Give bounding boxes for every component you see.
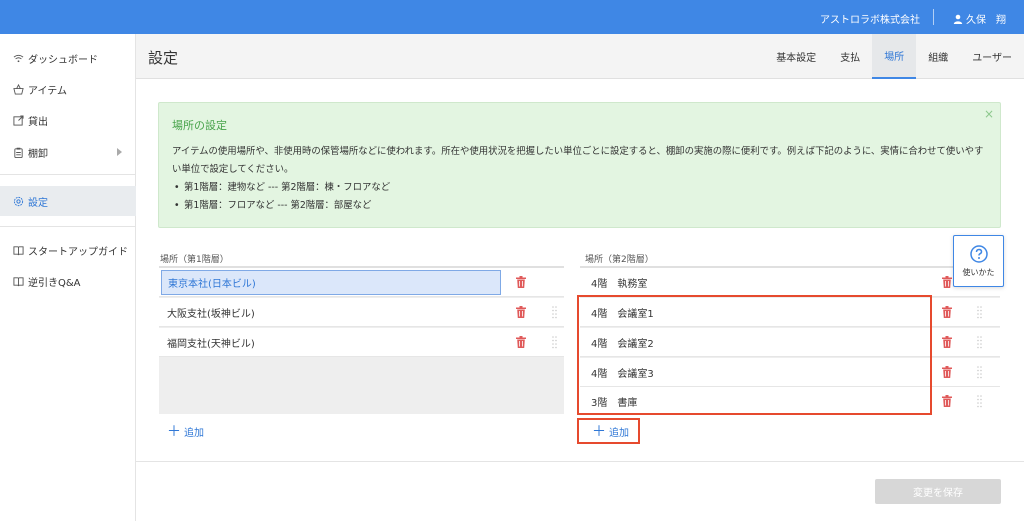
sidebar-item-inventory[interactable]: 棚卸 — [0, 137, 136, 167]
tab-locations[interactable]: 場所 — [872, 34, 917, 79]
info-panel: 場所の設定 × アイテムの使用場所や、非使用時の保管場所などに使われます。所在や… — [158, 102, 1001, 228]
sidebar-divider — [0, 226, 136, 227]
book-icon — [12, 244, 24, 256]
drag-handle-icon[interactable] — [977, 395, 982, 408]
add-level1-button[interactable]: ＋ 追加 — [167, 423, 204, 440]
add-level2-button[interactable]: ＋ 追加 — [592, 423, 629, 440]
list-item[interactable]: 3階 書庫 — [580, 387, 1000, 416]
sidebar-item-lending[interactable]: 貸出 — [0, 105, 136, 135]
book-icon — [12, 275, 24, 287]
level1-list: 東京本社(日本ビル) 大阪支社(坂神ビル) 福岡支社(天神ビル) — [159, 266, 564, 414]
list-item[interactable]: 東京本社(日本ビル) — [159, 268, 564, 297]
location-name: 4階 執務室 — [591, 278, 648, 290]
sidebar-divider — [0, 174, 136, 175]
tab-users[interactable]: ユーザー — [960, 34, 1024, 79]
location-name: 4階 会議室2 — [591, 338, 654, 350]
chevron-right-icon — [117, 148, 122, 156]
sidebar-item-label: アイテム — [28, 85, 67, 97]
sidebar-item-label: 貸出 — [28, 116, 48, 128]
sidebar-item-label: スタートアップガイド — [28, 246, 128, 258]
location-name: 福岡支社(天神ビル) — [167, 338, 255, 350]
trash-icon[interactable] — [942, 366, 952, 378]
sidebar: ダッシュボード アイテム 貸出 棚卸 設定 スタートアップガイド 逆引きQ&A — [0, 34, 136, 521]
info-bullets: 第1階層：建物など --- 第2階層：棟・フロアなど 第1階層：フロアなど --… — [172, 179, 987, 215]
user-icon — [953, 14, 963, 24]
location-name: 3階 書庫 — [591, 398, 638, 409]
question-circle-icon — [969, 244, 988, 263]
drag-handle-icon[interactable] — [552, 336, 557, 349]
plus-icon: ＋ — [592, 423, 606, 440]
info-description: アイテムの使用場所や、非使用時の保管場所などに使われます。所在や使用状況を把握し… — [172, 146, 984, 175]
location-name-input[interactable]: 東京本社(日本ビル) — [161, 270, 501, 295]
top-bar: アストロラボ株式会社 久保 翔 — [0, 0, 1024, 34]
sidebar-item-label: 逆引きQ&A — [28, 277, 81, 289]
location-name: 大阪支社(坂神ビル) — [167, 308, 255, 320]
tab-basic-settings[interactable]: 基本設定 — [764, 34, 828, 79]
location-name: 4階 会議室3 — [591, 368, 654, 380]
tab-organization[interactable]: 組織 — [916, 34, 960, 79]
clipboard-icon — [12, 146, 24, 158]
trash-icon[interactable] — [942, 306, 952, 318]
drag-handle-icon[interactable] — [977, 336, 982, 349]
info-title: 場所の設定 — [172, 119, 227, 132]
level2-list: 4階 執務室 4階 会議室1 4階 会議室2 4階 会議室3 3階 書庫 — [580, 266, 1000, 416]
trash-icon[interactable] — [942, 395, 952, 407]
location-name: 4階 会議室1 — [591, 308, 654, 320]
list-item[interactable]: 大阪支社(坂神ビル) — [159, 298, 564, 327]
page-title: 設定 — [148, 49, 179, 67]
list-item[interactable]: 4階 会議室1 — [580, 298, 1000, 327]
basket-icon — [12, 83, 24, 95]
list-item[interactable]: 4階 執務室 — [580, 268, 1000, 297]
info-bullet: 第1階層：建物など --- 第2階層：棟・フロアなど — [172, 179, 987, 197]
help-label: 使いかた — [962, 267, 995, 277]
sidebar-item-dashboard[interactable]: ダッシュボード — [0, 43, 136, 73]
trash-icon[interactable] — [516, 306, 526, 318]
trash-icon[interactable] — [942, 276, 952, 288]
sidebar-item-startup-guide[interactable]: スタートアップガイド — [0, 235, 136, 265]
page-header: 設定 基本設定 支払 場所 組織 ユーザー — [136, 34, 1024, 79]
gear-icon — [12, 195, 24, 207]
footer-divider — [136, 461, 1024, 462]
close-icon[interactable]: × — [984, 107, 994, 121]
company-name: アストロラボ株式会社 — [820, 15, 920, 26]
wifi-icon — [12, 52, 24, 64]
external-link-icon — [12, 114, 24, 126]
info-bullet: 第1階層：フロアなど --- 第2階層：部屋など — [172, 197, 987, 215]
save-changes-button[interactable]: 変更を保存 — [875, 479, 1001, 504]
trash-icon[interactable] — [516, 276, 526, 288]
trash-icon[interactable] — [516, 336, 526, 348]
plus-icon: ＋ — [167, 423, 181, 440]
help-button[interactable]: 使いかた — [953, 235, 1004, 287]
level1-label: 場所（第1階層） — [160, 255, 229, 265]
drag-handle-icon[interactable] — [977, 306, 982, 319]
drag-handle-icon[interactable] — [552, 306, 557, 319]
sidebar-item-label: 設定 — [28, 197, 48, 209]
list-item[interactable]: 4階 会議室3 — [580, 358, 1000, 387]
settings-tabs: 基本設定 支払 場所 組織 ユーザー — [764, 34, 1024, 79]
sidebar-item-qa[interactable]: 逆引きQ&A — [0, 266, 136, 296]
list-item[interactable]: 福岡支社(天神ビル) — [159, 328, 564, 357]
list-item[interactable]: 4階 会議室2 — [580, 328, 1000, 357]
drag-handle-icon[interactable] — [977, 366, 982, 379]
sidebar-item-label: 棚卸 — [28, 148, 48, 160]
trash-icon[interactable] — [942, 336, 952, 348]
sidebar-item-label: ダッシュボード — [28, 54, 98, 66]
info-body: アイテムの使用場所や、非使用時の保管場所などに使われます。所在や使用状況を把握し… — [172, 143, 987, 215]
sidebar-item-items[interactable]: アイテム — [0, 74, 136, 104]
user-name: 久保 翔 — [966, 15, 1006, 26]
add-label: 追加 — [609, 428, 629, 439]
sidebar-item-settings[interactable]: 設定 — [0, 186, 136, 216]
user-menu[interactable]: 久保 翔 — [953, 11, 1006, 26]
topbar-divider — [933, 9, 934, 25]
add-label: 追加 — [184, 428, 204, 439]
tab-payment[interactable]: 支払 — [828, 34, 872, 79]
level2-label: 場所（第2階層） — [585, 255, 654, 265]
